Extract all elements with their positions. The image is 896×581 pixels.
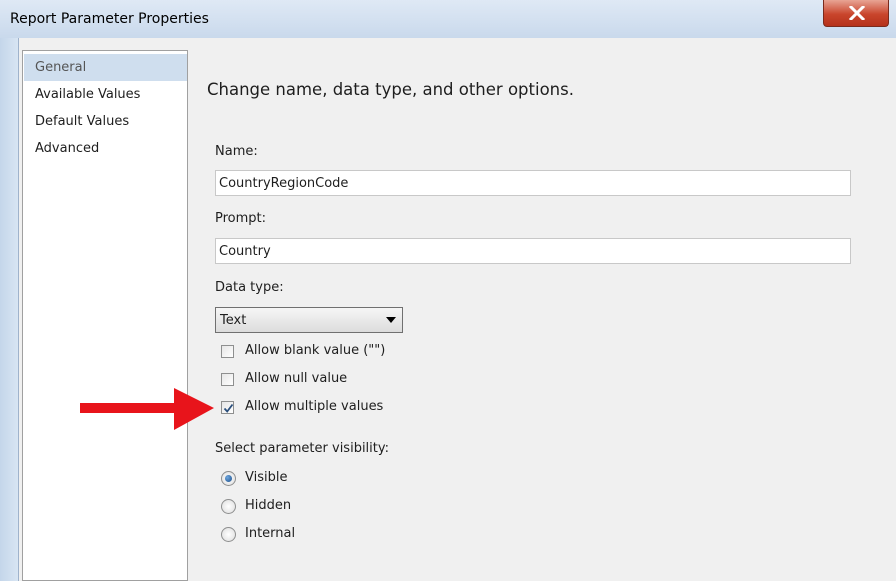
nav-item-general[interactable]: General <box>24 54 187 81</box>
allow-null-label: Allow null value <box>245 371 348 386</box>
allow-multiple-checkbox[interactable] <box>221 401 234 414</box>
allow-multiple-label: Allow multiple values <box>245 399 384 414</box>
checkmark-icon <box>223 403 234 413</box>
name-label: Name: <box>215 144 258 159</box>
allow-null-checkbox[interactable] <box>221 373 234 386</box>
close-button[interactable] <box>823 0 889 27</box>
allow-blank-checkbox[interactable] <box>221 345 234 358</box>
visible-label: Visible <box>245 470 288 485</box>
datatype-select[interactable]: Text <box>215 307 403 333</box>
visibility-label: Select parameter visibility: <box>215 441 390 456</box>
nav-item-available-values[interactable]: Available Values <box>24 81 187 108</box>
hidden-label: Hidden <box>245 498 292 513</box>
allow-blank-label: Allow blank value ("") <box>245 343 386 358</box>
datatype-label: Data type: <box>215 280 284 295</box>
title-bar: Report Parameter Properties <box>0 0 896 39</box>
name-field[interactable] <box>215 170 851 196</box>
nav-item-advanced[interactable]: Advanced <box>24 135 187 162</box>
radio-selected-dot <box>225 475 232 482</box>
red-arrow-icon <box>80 388 214 430</box>
datatype-value: Text <box>220 313 247 328</box>
chevron-down-icon <box>386 317 396 323</box>
visible-radio[interactable] <box>221 471 236 486</box>
window-frame <box>0 38 18 581</box>
hidden-radio[interactable] <box>221 499 236 514</box>
close-icon <box>848 6 866 20</box>
internal-label: Internal <box>245 526 296 541</box>
internal-radio[interactable] <box>221 527 236 542</box>
page-heading: Change name, data type, and other option… <box>207 80 574 99</box>
window-title: Report Parameter Properties <box>10 11 209 27</box>
nav-panel: General Available Values Default Values … <box>22 50 188 581</box>
prompt-field[interactable] <box>215 238 851 264</box>
prompt-label: Prompt: <box>215 211 267 226</box>
nav-item-default-values[interactable]: Default Values <box>24 108 187 135</box>
